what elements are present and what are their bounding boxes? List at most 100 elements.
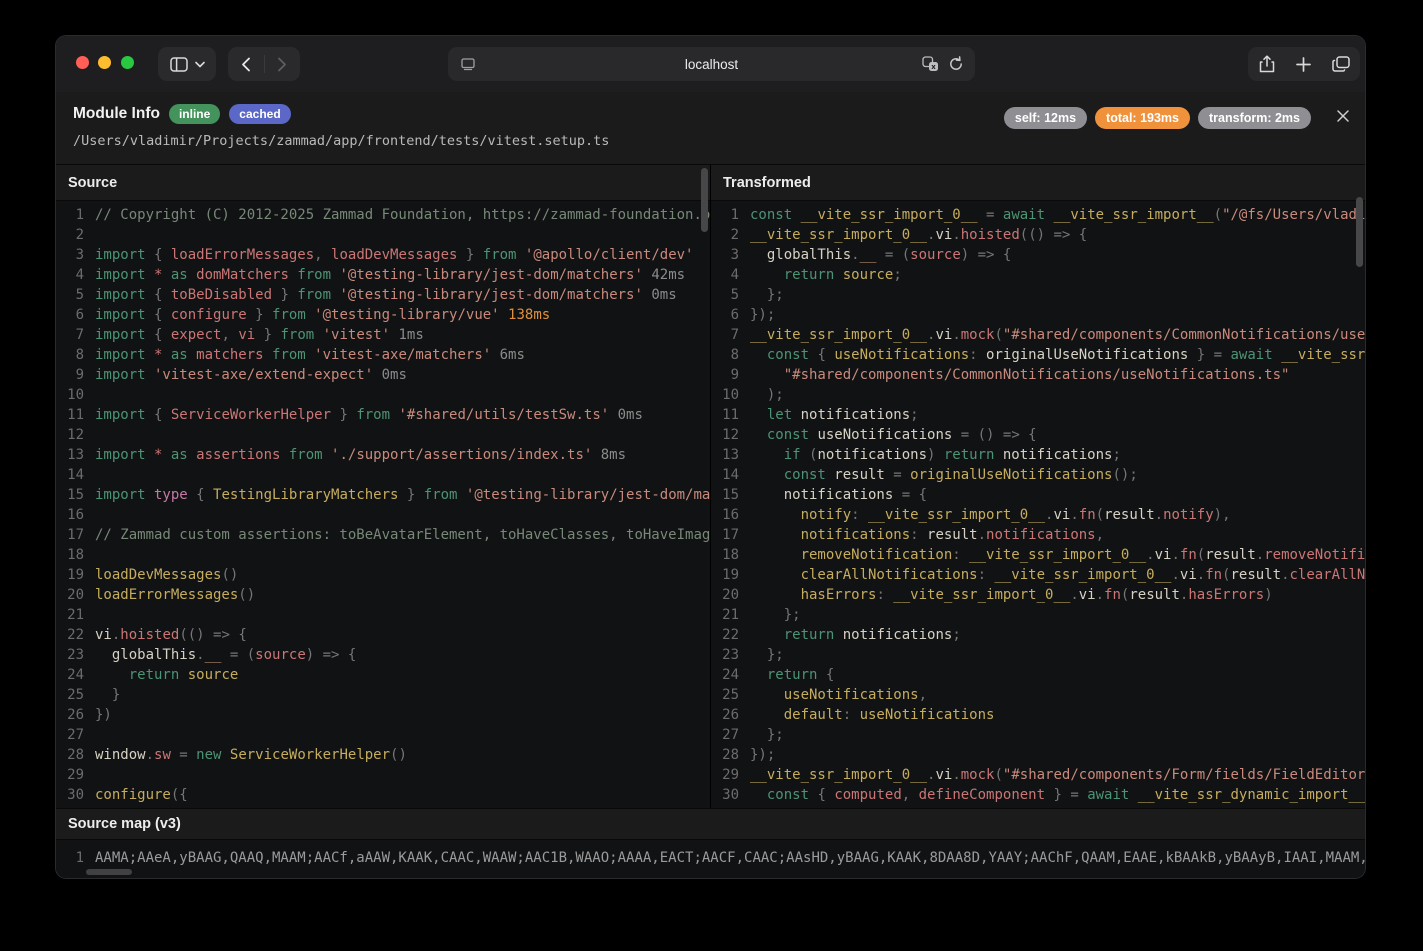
code-line: 21 [56, 605, 710, 625]
source-code: 1// Copyright (C) 2012-2025 Zammad Found… [56, 201, 710, 808]
forward-button[interactable] [265, 47, 300, 81]
code-line: 12 const useNotifications = () => { [711, 425, 1365, 445]
code-line: 4 return source; [711, 265, 1365, 285]
code-line: 30configure({ [56, 785, 710, 805]
reload-icon[interactable] [948, 56, 964, 72]
close-button[interactable] [1334, 107, 1352, 125]
line-number: 17 [56, 525, 84, 545]
line-number: 26 [711, 705, 739, 725]
line-number: 10 [56, 385, 84, 405]
code-line: 26 default: useNotifications [711, 705, 1365, 725]
browser-toolbar: localhost x [56, 36, 1365, 92]
line-number: 17 [711, 525, 739, 545]
source-panel: Source 1// Copyright (C) 2012-2025 Zamma… [56, 165, 711, 808]
translate-icon[interactable]: x [922, 56, 939, 72]
code-line: 18 [56, 545, 710, 565]
navigation-buttons [228, 47, 300, 81]
back-button[interactable] [229, 47, 264, 81]
chevron-down-icon [195, 61, 205, 68]
code-line: 6import { configure } from '@testing-lib… [56, 305, 710, 325]
line-number: 1 [56, 848, 84, 868]
transformed-panel: Transformed 1const __vite_ssr_import_0__… [711, 165, 1365, 808]
code-line: 8import * as matchers from 'vitest-axe/m… [56, 345, 710, 365]
code-line: 13 if (notifications) return notificatio… [711, 445, 1365, 465]
line-number: 13 [56, 445, 84, 465]
line-number: 22 [56, 625, 84, 645]
timing-metrics: self: 12ms total: 193ms transform: 2ms [1004, 107, 1311, 129]
sidebar-toggle-button[interactable] [158, 47, 216, 81]
line-number: 16 [711, 505, 739, 525]
line-number: 23 [56, 645, 84, 665]
line-number: 3 [711, 245, 739, 265]
code-line: 24 return { [711, 665, 1365, 685]
cached-badge: cached [229, 104, 290, 124]
code-line: 28}); [711, 745, 1365, 765]
module-path: /Users/vladimir/Projects/zammad/app/fron… [73, 133, 609, 149]
transformed-code: 1const __vite_ssr_import_0__ = await __v… [711, 201, 1365, 808]
line-number: 1 [56, 205, 84, 225]
sourcemap-code: 1AAMA;AAeA,yBAAG,QAAQ,MAAM;AACf,aAAW,KAA… [56, 840, 1365, 878]
code-line: 25 useNotifications, [711, 685, 1365, 705]
browser-window: localhost x Module Info inline cached [56, 36, 1365, 878]
line-number: 21 [711, 605, 739, 625]
sourcemap-panel-title: Source map (v3) [56, 808, 1365, 840]
line-number: 27 [56, 725, 84, 745]
zoom-window-button[interactable] [121, 56, 134, 69]
line-number: 15 [711, 485, 739, 505]
line-number: 19 [711, 565, 739, 585]
code-line: 16 notify: __vite_ssr_import_0__.vi.fn(r… [711, 505, 1365, 525]
line-number: 18 [56, 545, 84, 565]
code-line: 15import type { TestingLibraryMatchers }… [56, 485, 710, 505]
line-number: 3 [56, 245, 84, 265]
window-actions [1248, 47, 1360, 81]
transform-time-pill: transform: 2ms [1198, 107, 1311, 129]
line-number: 25 [56, 685, 84, 705]
line-number: 5 [711, 285, 739, 305]
code-line: 7__vite_ssr_import_0__.vi.mock("#shared/… [711, 325, 1365, 345]
new-tab-button[interactable] [1296, 57, 1311, 72]
code-line: 19loadDevMessages() [56, 565, 710, 585]
line-number: 24 [711, 665, 739, 685]
page-icon [460, 56, 476, 72]
line-number: 8 [56, 345, 84, 365]
code-line: 17// Zammad custom assertions: toBeAvata… [56, 525, 710, 545]
line-number: 27 [711, 725, 739, 745]
code-line: 3 globalThis.__ = (source) => { [711, 245, 1365, 265]
address-bar[interactable]: localhost x [448, 47, 975, 81]
code-line: 6}); [711, 305, 1365, 325]
page-title: Module Info [73, 105, 160, 123]
module-info-header: Module Info inline cached self: 12ms tot… [56, 92, 1365, 165]
line-number: 4 [56, 265, 84, 285]
minimize-window-button[interactable] [98, 56, 111, 69]
code-line: 23 globalThis.__ = (source) => { [56, 645, 710, 665]
self-time-pill: self: 12ms [1004, 107, 1087, 129]
code-line: 20loadErrorMessages() [56, 585, 710, 605]
tab-overview-button[interactable] [1332, 56, 1350, 72]
line-number: 1 [711, 205, 739, 225]
line-number: 30 [56, 785, 84, 805]
line-number: 28 [711, 745, 739, 765]
line-number: 29 [56, 765, 84, 785]
line-number: 4 [711, 265, 739, 285]
code-line: 19 clearAllNotifications: __vite_ssr_imp… [711, 565, 1365, 585]
code-line: 29 [56, 765, 710, 785]
transformed-scrollbar-thumb[interactable] [1356, 197, 1363, 267]
share-button[interactable] [1259, 55, 1275, 73]
code-line: 20 hasErrors: __vite_ssr_import_0__.vi.f… [711, 585, 1365, 605]
code-line: 2 [56, 225, 710, 245]
code-line: 3import { loadErrorMessages, loadDevMess… [56, 245, 710, 265]
code-line: 1const __vite_ssr_import_0__ = await __v… [711, 205, 1365, 225]
code-line: 5 }; [711, 285, 1365, 305]
line-number: 30 [711, 785, 739, 805]
sourcemap-hscrollbar-thumb[interactable] [86, 869, 132, 875]
code-line: 1// Copyright (C) 2012-2025 Zammad Found… [56, 205, 710, 225]
source-scrollbar-thumb[interactable] [701, 168, 708, 232]
code-line: 22 return notifications; [711, 625, 1365, 645]
code-line: 14 const result = originalUseNotificatio… [711, 465, 1365, 485]
line-number: 24 [56, 665, 84, 685]
code-line: 27 }; [711, 725, 1365, 745]
transformed-panel-title: Transformed [711, 165, 1365, 201]
close-window-button[interactable] [76, 56, 89, 69]
line-number: 18 [711, 545, 739, 565]
code-line: 16 [56, 505, 710, 525]
